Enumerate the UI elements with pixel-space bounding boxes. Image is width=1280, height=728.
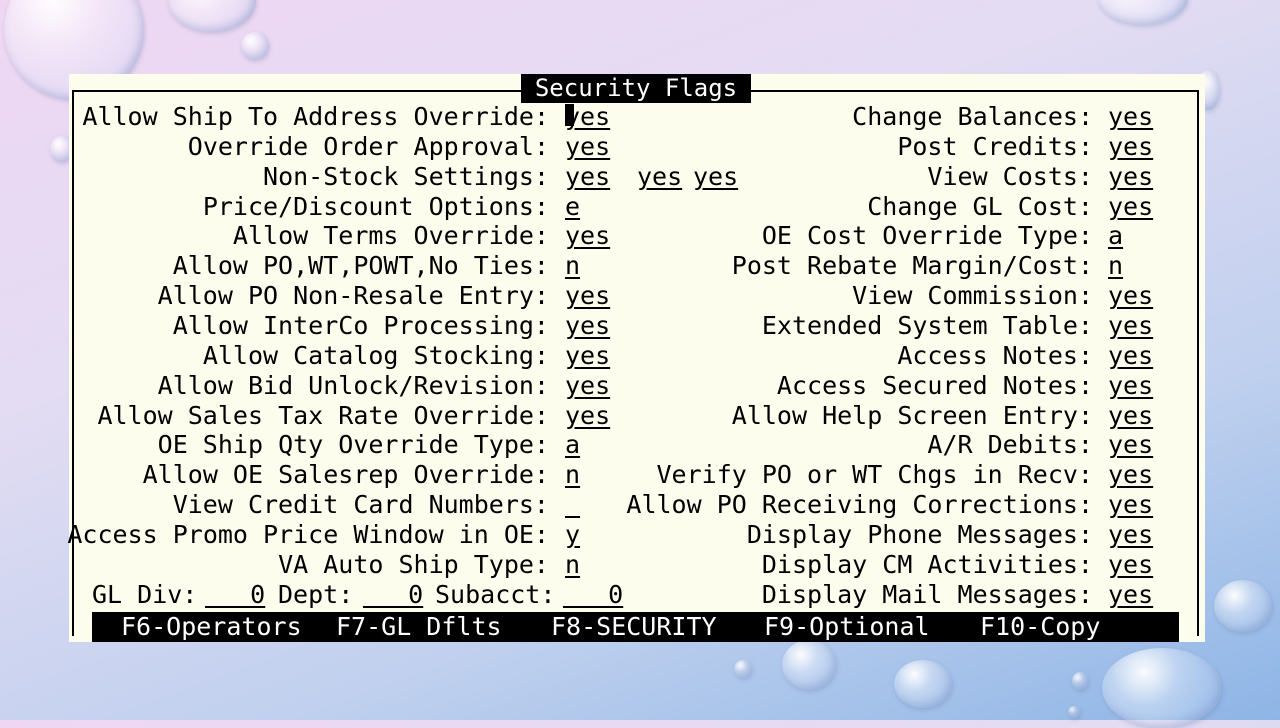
gl-subacct-field[interactable]: 0 xyxy=(563,580,623,610)
field-label-change-balances: Change Balances: xyxy=(852,102,1093,131)
field-row-view-costs: View Costs: yes xyxy=(69,162,1205,192)
function-key-f7-gl-dflts[interactable]: F7-GL Dflts xyxy=(336,612,502,642)
gl-row: GL Div: 0 Dept: 0 Subacct: 0 xyxy=(92,580,692,610)
field-label-display-cm-activities: Display CM Activities: xyxy=(761,549,1093,579)
field-label-oe-cost-override-type: OE Cost Override Type: xyxy=(761,221,1093,251)
field-value-verify-po-or-wt-chgs-in-recv[interactable]: yes xyxy=(1108,460,1153,490)
field-label-post-rebate-margin-cost: Post Rebate Margin/Cost: xyxy=(731,251,1093,281)
field-value-access-secured-notes[interactable]: yes xyxy=(1108,371,1153,401)
function-key-f8-security[interactable]: F8-SECURITY xyxy=(551,612,717,642)
field-label-access-notes: Access Notes: xyxy=(897,340,1093,370)
decorative-bubble xyxy=(1102,648,1222,728)
decorative-bubble xyxy=(241,32,269,60)
field-value-view-commission[interactable]: yes xyxy=(1108,281,1153,311)
field-label-post-credits: Post Credits: xyxy=(897,131,1093,161)
field-row-view-commission: View Commission: yes xyxy=(69,281,1205,311)
gl-dept-field[interactable]: 0 xyxy=(363,580,423,610)
field-row-display-phone-messages: Display Phone Messages: yes xyxy=(69,520,1205,550)
decorative-bubble xyxy=(1068,706,1080,718)
field-row-extended-system-table: Extended System Table: yes xyxy=(69,311,1205,341)
screen-title: Security Flags xyxy=(521,74,751,103)
gl-div-label: GL Div: xyxy=(92,579,198,609)
field-value-oe-cost-override-type[interactable]: a xyxy=(1108,221,1123,251)
field-value-change-balances[interactable]: yes xyxy=(1108,102,1153,132)
field-value-display-mail-messages[interactable]: yes xyxy=(1108,580,1153,610)
field-row-post-credits: Post Credits: yes xyxy=(69,132,1205,162)
decorative-bubble xyxy=(1214,580,1272,632)
field-label-change-gl-cost: Change GL Cost: xyxy=(867,191,1093,221)
decorative-bubble xyxy=(168,0,256,32)
field-value-display-cm-activities[interactable]: yes xyxy=(1108,550,1153,580)
field-value-post-credits[interactable]: yes xyxy=(1108,132,1153,162)
field-label-extended-system-table: Extended System Table: xyxy=(761,310,1093,340)
decorative-bubble xyxy=(1098,0,1188,25)
text-cursor xyxy=(565,104,574,126)
field-label-view-commission: View Commission: xyxy=(852,281,1093,311)
function-key-f9-optional[interactable]: F9-Optional xyxy=(764,612,930,642)
field-label-display-phone-messages: Display Phone Messages: xyxy=(746,519,1093,549)
field-row-display-cm-activities: Display CM Activities: yes xyxy=(69,550,1205,580)
field-row-post-rebate-margin-cost: Post Rebate Margin/Cost: n xyxy=(69,251,1205,281)
decorative-bubble xyxy=(1072,672,1088,690)
field-row-verify-po-or-wt-chgs-in-recv: Verify PO or WT Chgs in Recv: yes xyxy=(69,460,1205,490)
gl-div-field[interactable]: 0 xyxy=(205,580,265,610)
terminal-screen: Security Flags Allow Ship To Address Ove… xyxy=(67,74,1205,642)
field-label-display-mail-messages: Display Mail Messages: xyxy=(761,579,1093,609)
function-key-f6-operators[interactable]: F6-Operators xyxy=(121,612,302,642)
field-label-a-r-debits: A/R Debits: xyxy=(927,430,1093,460)
field-value-change-gl-cost[interactable]: yes xyxy=(1108,192,1153,222)
gl-dept-label: Dept: xyxy=(278,579,354,609)
field-row-a-r-debits: A/R Debits: yes xyxy=(69,430,1205,460)
field-label-verify-po-or-wt-chgs-in-recv: Verify PO or WT Chgs in Recv: xyxy=(656,460,1094,490)
field-label-allow-help-screen-entry: Allow Help Screen Entry: xyxy=(731,400,1093,430)
gl-subacct-label: Subacct: xyxy=(435,579,556,609)
decorative-bubble xyxy=(894,660,952,708)
function-key-f10-copy[interactable]: F10-Copy xyxy=(980,612,1100,642)
field-value-post-rebate-margin-cost[interactable]: n xyxy=(1108,251,1123,281)
field-value-view-costs[interactable]: yes xyxy=(1108,162,1153,192)
field-value-a-r-debits[interactable]: yes xyxy=(1108,430,1153,460)
field-value-access-notes[interactable]: yes xyxy=(1108,341,1153,371)
field-row-change-gl-cost: Change GL Cost: yes xyxy=(69,192,1205,222)
field-row-change-balances: Change Balances: yes xyxy=(69,102,1205,132)
decorative-bubble xyxy=(734,660,752,678)
decorative-bubble xyxy=(782,640,836,690)
field-value-allow-po-receiving-corrections[interactable]: yes xyxy=(1108,490,1153,520)
field-value-extended-system-table[interactable]: yes xyxy=(1108,311,1153,341)
field-value-display-phone-messages[interactable]: yes xyxy=(1108,520,1153,550)
field-row-allow-help-screen-entry: Allow Help Screen Entry: yes xyxy=(69,401,1205,431)
field-label-allow-po-receiving-corrections: Allow PO Receiving Corrections: xyxy=(626,490,1093,520)
field-row-access-secured-notes: Access Secured Notes: yes xyxy=(69,371,1205,401)
field-row-allow-po-receiving-corrections: Allow PO Receiving Corrections: yes xyxy=(69,490,1205,520)
field-value-allow-help-screen-entry[interactable]: yes xyxy=(1108,401,1153,431)
field-row-oe-cost-override-type: OE Cost Override Type: a xyxy=(69,221,1205,251)
field-label-access-secured-notes: Access Secured Notes: xyxy=(776,370,1093,400)
field-row-access-notes: Access Notes: yes xyxy=(69,341,1205,371)
field-label-view-costs: View Costs: xyxy=(927,161,1093,191)
function-key-bar: F6-Operators F7-GL Dflts F8-SECURITY F9-Opt… xyxy=(92,612,1179,642)
